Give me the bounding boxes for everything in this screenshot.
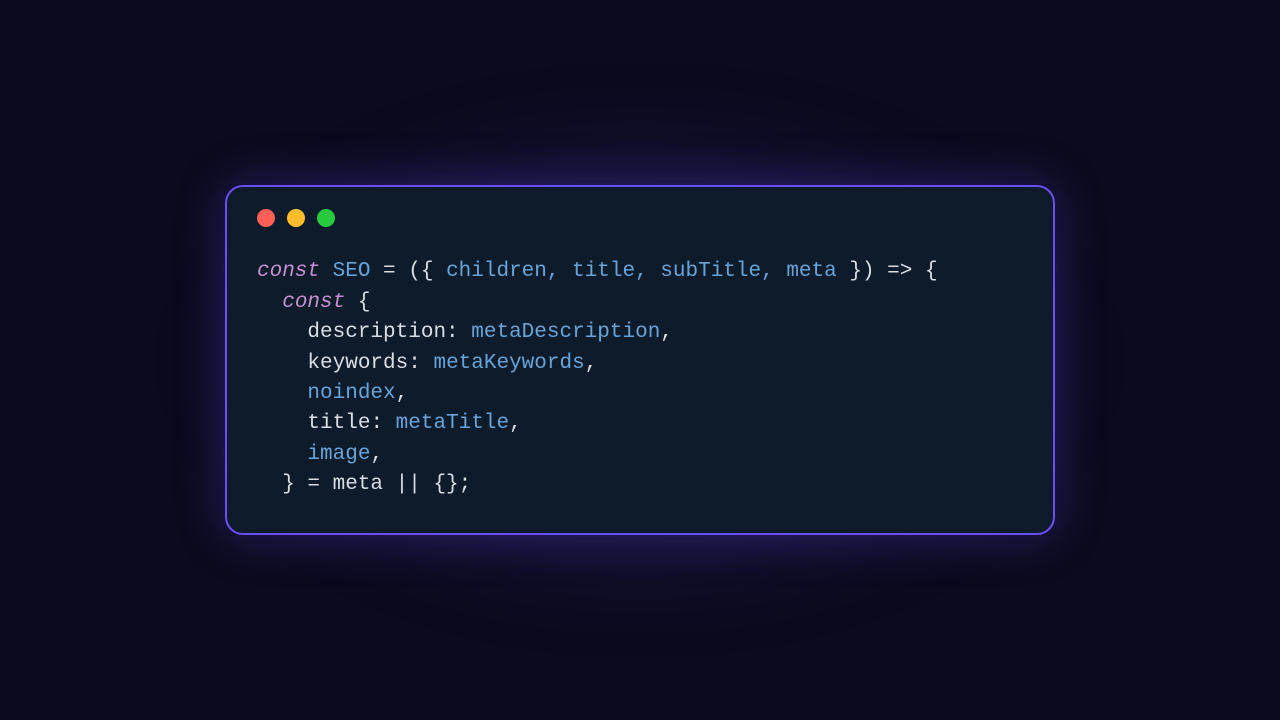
maximize-icon[interactable]: [317, 209, 335, 227]
colon: :: [446, 321, 471, 344]
var-metaTitle: metaTitle: [396, 412, 509, 435]
var-image: image: [307, 443, 370, 466]
punct: = ({: [370, 260, 446, 283]
traffic-lights: [257, 209, 1023, 227]
punct: {: [345, 291, 370, 314]
indent: [257, 443, 307, 466]
keyword-const: const: [257, 260, 320, 283]
minimize-icon[interactable]: [287, 209, 305, 227]
var-noindex: noindex: [307, 382, 395, 405]
function-name: SEO: [320, 260, 370, 283]
params: children, title, subTitle, meta: [446, 260, 837, 283]
comma: ,: [509, 412, 522, 435]
indent: [257, 291, 282, 314]
code-window: const SEO = ({ children, title, subTitle…: [225, 185, 1055, 535]
closing: } = meta || {};: [282, 473, 471, 496]
var-metaDescription: metaDescription: [471, 321, 660, 344]
indent: [257, 412, 307, 435]
indent: [257, 321, 307, 344]
code-block: const SEO = ({ children, title, subTitle…: [257, 257, 1023, 501]
indent: [257, 352, 307, 375]
indent: [257, 382, 307, 405]
comma: ,: [585, 352, 598, 375]
prop-keywords: keywords: [307, 352, 408, 375]
colon: :: [370, 412, 395, 435]
colon: :: [408, 352, 433, 375]
punct: }) => {: [837, 260, 938, 283]
indent: [257, 473, 282, 496]
comma: ,: [660, 321, 673, 344]
comma: ,: [370, 443, 383, 466]
prop-description: description: [307, 321, 446, 344]
comma: ,: [396, 382, 409, 405]
var-metaKeywords: metaKeywords: [433, 352, 584, 375]
close-icon[interactable]: [257, 209, 275, 227]
keyword-const: const: [282, 291, 345, 314]
prop-title: title: [307, 412, 370, 435]
